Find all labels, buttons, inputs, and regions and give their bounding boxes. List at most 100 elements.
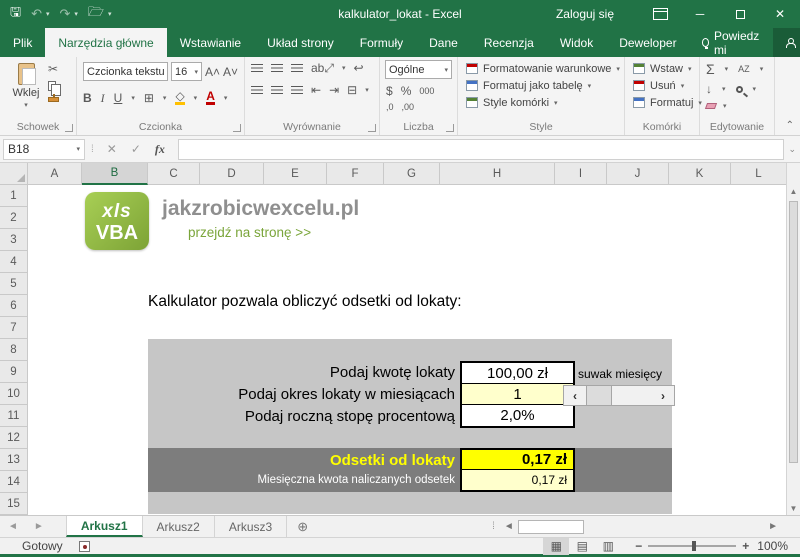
cell-styles-button[interactable]: Style komórki ▾ (458, 94, 624, 111)
number-format-combo[interactable]: Ogólne ▾ (385, 60, 452, 79)
column-header-g[interactable]: G (384, 163, 440, 185)
increase-decimal-icon[interactable]: ,0 (386, 103, 394, 112)
font-color-icon[interactable]: A (206, 90, 215, 105)
italic-button[interactable]: I (101, 92, 105, 104)
column-header-e[interactable]: E (264, 163, 327, 185)
confirm-entry-icon[interactable]: ✓ (131, 142, 141, 156)
row-header[interactable]: 13 (0, 449, 28, 471)
row-header[interactable]: 1 (0, 185, 28, 207)
number-dialog-launcher-icon[interactable] (446, 124, 454, 132)
align-top-icon[interactable] (251, 64, 263, 72)
page-break-view-icon[interactable]: ▥ (595, 538, 621, 555)
bold-button[interactable]: B (83, 92, 92, 104)
row-header[interactable]: 10 (0, 383, 28, 405)
row-header[interactable]: 14 (0, 471, 28, 493)
select-all-corner[interactable] (0, 163, 28, 185)
orientation-dropdown-icon[interactable]: ▾ (342, 64, 346, 72)
sort-filter-icon[interactable]: AZ (738, 64, 750, 74)
row-header[interactable]: 3 (0, 229, 28, 251)
format-cells-button[interactable]: Formatuj ▾ (625, 94, 702, 111)
row-header[interactable]: 5 (0, 273, 28, 295)
collapse-ribbon-icon[interactable]: ⌃ (786, 120, 794, 131)
underline-dropdown-icon[interactable]: ▾ (131, 94, 135, 102)
format-as-table-button[interactable]: Formatuj jako tabelę ▾ (458, 77, 624, 94)
scrollbar-track[interactable] (612, 386, 652, 405)
sign-in-link[interactable]: Zaloguj się (556, 7, 614, 21)
tell-me-button[interactable]: Powiedz mi (690, 28, 773, 57)
row-header[interactable]: 9 (0, 361, 28, 383)
input-cell-rate[interactable]: 2,0% (462, 405, 573, 426)
column-header-d[interactable]: D (200, 163, 264, 185)
autosum-icon[interactable]: Σ (706, 62, 715, 76)
maximize-button[interactable] (720, 0, 760, 28)
conditional-formatting-button[interactable]: Formatowanie warunkowe ▾ (458, 60, 624, 77)
sheet-nav-left-icon[interactable]: ◄ (0, 516, 26, 537)
align-right-icon[interactable] (291, 86, 303, 94)
insert-cells-button[interactable]: Wstaw ▾ (625, 60, 699, 77)
borders-icon[interactable]: ⊞ (144, 92, 154, 104)
merge-center-icon[interactable]: ⊟ (347, 84, 357, 96)
wrap-text-icon[interactable]: ↩ (353, 62, 363, 74)
zoom-slider-thumb[interactable] (692, 541, 697, 551)
vertical-scroll-thumb[interactable] (789, 201, 798, 463)
row-header[interactable]: 12 (0, 427, 28, 449)
sheet-tab-arkusz3[interactable]: Arkusz3 (215, 516, 288, 537)
comma-style-icon[interactable]: 000 (419, 86, 434, 96)
scrollbar-left-arrow[interactable]: ‹ (564, 386, 586, 405)
insert-function-icon[interactable]: fx (155, 142, 165, 157)
underline-button[interactable]: U (114, 92, 123, 104)
accounting-format-icon[interactable]: $ (386, 85, 393, 97)
ribbon-display-options-icon[interactable] (640, 0, 680, 28)
paste-dropdown-icon[interactable]: ▾ (24, 101, 28, 109)
hscroll-left-icon[interactable]: ◄ (500, 521, 518, 532)
clear-icon[interactable] (704, 103, 718, 109)
row-header[interactable]: 4 (0, 251, 28, 273)
zoom-out-icon[interactable]: − (635, 539, 642, 553)
sheet-nav-right-icon[interactable]: ► (26, 516, 52, 537)
align-bottom-icon[interactable] (291, 64, 303, 72)
name-box-dropdown-icon[interactable]: ▾ (76, 145, 80, 153)
format-painter-icon[interactable] (48, 94, 59, 102)
scrollbar-right-arrow[interactable]: › (652, 386, 674, 405)
minimize-button[interactable]: ─ (680, 0, 720, 28)
column-header-j[interactable]: J (607, 163, 669, 185)
percent-style-icon[interactable]: % (401, 85, 412, 97)
tab-narzedzia-glowne[interactable]: Narzędzia główne (45, 28, 167, 57)
new-sheet-icon[interactable]: ⊕ (287, 516, 318, 537)
increase-font-size-icon[interactable]: A˄ (205, 66, 220, 78)
input-cell-months[interactable]: 1 (462, 384, 573, 405)
hscroll-right-icon[interactable]: ► (764, 521, 782, 532)
tab-recenzja[interactable]: Recenzja (471, 28, 547, 57)
align-middle-icon[interactable] (271, 64, 283, 72)
find-select-icon[interactable] (735, 85, 743, 93)
formula-input[interactable] (177, 138, 785, 160)
decrease-indent-icon[interactable]: ⇤ (311, 84, 321, 96)
column-header-f[interactable]: F (327, 163, 384, 185)
fill-down-icon[interactable]: ↓ (706, 83, 712, 95)
alignment-dialog-launcher-icon[interactable] (368, 124, 376, 132)
tab-split-handle[interactable]: ⁞ (488, 516, 500, 537)
formula-bar-splitter[interactable]: ⁞ (91, 144, 94, 155)
column-header-c[interactable]: C (148, 163, 200, 185)
row-header[interactable]: 2 (0, 207, 28, 229)
delete-cells-button[interactable]: Usuń ▾ (625, 77, 699, 94)
input-cell-amount[interactable]: 100,00 zł (462, 363, 573, 384)
paste-button[interactable]: Wklej ▾ (8, 63, 44, 121)
name-box[interactable]: B18 ▾ (3, 138, 85, 160)
expand-formula-bar-icon[interactable]: ⌄ (788, 144, 796, 155)
site-link[interactable]: przejdź na stronę >> (188, 225, 311, 240)
borders-dropdown-icon[interactable]: ▾ (163, 94, 167, 102)
align-left-icon[interactable] (251, 86, 263, 94)
decrease-decimal-icon[interactable]: ,00 (402, 103, 415, 112)
share-button[interactable]: Udostępnij (772, 28, 800, 57)
column-header-l[interactable]: L (731, 163, 786, 185)
row-header[interactable]: 11 (0, 405, 28, 427)
column-header-h[interactable]: H (440, 163, 555, 185)
scrollbar-thumb[interactable] (586, 386, 612, 405)
fill-color-icon[interactable]: ◇ (175, 90, 185, 105)
macro-record-icon[interactable] (78, 540, 90, 552)
font-color-dropdown-icon[interactable]: ▾ (224, 94, 228, 102)
row-header[interactable]: 6 (0, 295, 28, 317)
tab-formuly[interactable]: Formuły (347, 28, 416, 57)
orientation-icon[interactable]: ab⤢ (311, 62, 334, 74)
